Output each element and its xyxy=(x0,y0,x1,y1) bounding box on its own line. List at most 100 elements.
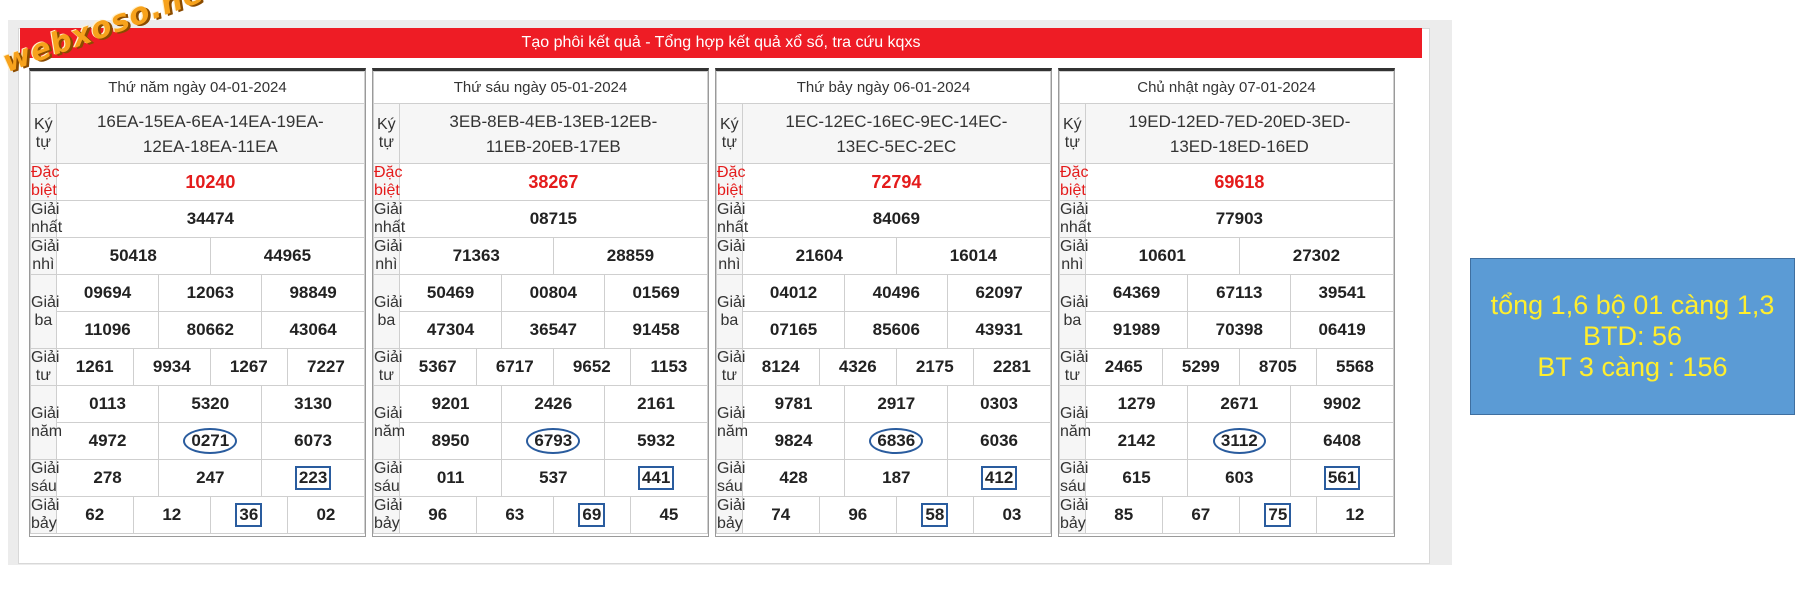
row-label: Giải tư xyxy=(373,348,403,386)
prize-number: 04012 xyxy=(741,274,846,312)
box-marker: 36 xyxy=(235,503,263,527)
prize-number: 6836 xyxy=(844,422,949,460)
prize-number: 0303 xyxy=(947,385,1051,423)
prize-number: 5320 xyxy=(158,385,263,423)
first-prize: 08715 xyxy=(398,200,709,238)
draw-date: Thứ năm ngày 04-01-2024 xyxy=(30,71,365,104)
prize-number: 6036 xyxy=(947,422,1051,460)
prize-number: 1279 xyxy=(1084,385,1189,423)
row-label: Đặc biệt xyxy=(373,163,403,201)
row-label: Giải năm xyxy=(716,385,748,460)
prize-number: 5299 xyxy=(1161,348,1240,386)
prize-number: 91989 xyxy=(1084,311,1189,349)
prize-number: 12063 xyxy=(158,274,263,312)
row-label: Giải sáu xyxy=(30,459,60,497)
prize-number: 2917 xyxy=(844,385,949,423)
prize-number: 8950 xyxy=(398,422,503,460)
prize-number: 2142 xyxy=(1084,422,1189,460)
prize-number: 9902 xyxy=(1290,385,1394,423)
prize-number: 428 xyxy=(741,459,846,497)
row-label: Ký tự xyxy=(1059,103,1086,164)
prize-number: 09694 xyxy=(55,274,160,312)
prize-number: 58 xyxy=(895,496,974,534)
prize-number: 70398 xyxy=(1187,311,1292,349)
note-line-2: BTD: 56 xyxy=(1582,321,1683,351)
prize-number: 4326 xyxy=(818,348,897,386)
ky-tu-codes: 3EB-8EB-4EB-13EB-12EB- 11EB-20EB-17EB xyxy=(398,103,709,164)
prize-number: 5932 xyxy=(604,422,708,460)
prize-number: 0113 xyxy=(55,385,160,423)
prize-number: 12 xyxy=(132,496,211,534)
row-label: Giải tư xyxy=(30,348,60,386)
row-label: Giải bảy xyxy=(716,496,746,534)
prize-number: 011 xyxy=(398,459,503,497)
prize-number: 9824 xyxy=(741,422,846,460)
result-table-1: Thứ năm ngày 04-01-2024 Ký tự 16EA-15EA-6E… xyxy=(29,68,366,537)
circle-marker: 6836 xyxy=(869,428,924,454)
row-label: Giải ba xyxy=(716,274,745,349)
draw-date: Thứ sáu ngày 05-01-2024 xyxy=(373,71,708,104)
prize-number: 0271 xyxy=(158,422,263,460)
special-prize: 69618 xyxy=(1084,163,1395,201)
prize-number: 10601 xyxy=(1084,237,1240,275)
prize-number: 12 xyxy=(1315,496,1395,534)
prize-number: 615 xyxy=(1084,459,1189,497)
row-label: Giải ba xyxy=(373,274,402,349)
prize-number: 537 xyxy=(501,459,606,497)
prize-number: 6408 xyxy=(1290,422,1394,460)
row-label: Giải nhì xyxy=(30,237,60,275)
row-label: Giải năm xyxy=(30,385,62,460)
first-prize: 34474 xyxy=(55,200,366,238)
prize-number: 3130 xyxy=(261,385,365,423)
row-label: Giải tư xyxy=(1059,348,1089,386)
prize-number: 2175 xyxy=(895,348,974,386)
prize-number: 85 xyxy=(1084,496,1163,534)
box-marker: 58 xyxy=(921,503,949,527)
prize-number: 43931 xyxy=(947,311,1051,349)
row-label: Đặc biệt xyxy=(30,163,60,201)
prize-number: 63 xyxy=(475,496,554,534)
row-label: Giải sáu xyxy=(1059,459,1089,497)
special-prize: 10240 xyxy=(55,163,366,201)
prize-number: 85606 xyxy=(844,311,949,349)
row-label: Giải nhất xyxy=(30,200,63,238)
prize-number: 75 xyxy=(1238,496,1317,534)
prize-number: 8705 xyxy=(1238,348,1317,386)
row-label: Giải nhì xyxy=(716,237,746,275)
row-label: Giải sáu xyxy=(373,459,403,497)
prize-number: 36 xyxy=(209,496,288,534)
prize-number: 5568 xyxy=(1315,348,1395,386)
prize-number: 603 xyxy=(1187,459,1292,497)
box-marker: 75 xyxy=(1264,503,1292,527)
prize-number: 45 xyxy=(629,496,709,534)
prize-number: 9934 xyxy=(132,348,211,386)
prize-number: 44965 xyxy=(209,237,366,275)
note-line-3: BT 3 càng : 156 xyxy=(1537,352,1728,382)
box-marker: 412 xyxy=(980,466,1018,490)
prediction-note: tổng 1,6 bộ 01 càng 1,3 BTD: 56 BT 3 càn… xyxy=(1470,258,1795,415)
prize-number: 06419 xyxy=(1290,311,1394,349)
prize-number: 50418 xyxy=(55,237,211,275)
row-label: Giải nhì xyxy=(373,237,403,275)
prize-number: 441 xyxy=(604,459,708,497)
special-prize: 38267 xyxy=(398,163,709,201)
row-label: Giải nhất xyxy=(373,200,406,238)
prize-number: 247 xyxy=(158,459,263,497)
prize-number: 7227 xyxy=(286,348,366,386)
prize-number: 01569 xyxy=(604,274,708,312)
prize-number: 50469 xyxy=(398,274,503,312)
prize-number: 28859 xyxy=(552,237,709,275)
prize-number: 8124 xyxy=(741,348,820,386)
prize-number: 91458 xyxy=(604,311,708,349)
prize-number: 2426 xyxy=(501,385,606,423)
row-label: Giải bảy xyxy=(1059,496,1089,534)
prize-number: 69 xyxy=(552,496,631,534)
prize-number: 412 xyxy=(947,459,1051,497)
prize-number: 02 xyxy=(286,496,366,534)
prize-number: 03 xyxy=(972,496,1052,534)
prize-number: 36547 xyxy=(501,311,606,349)
first-prize: 84069 xyxy=(741,200,1052,238)
box-marker: 561 xyxy=(1323,466,1361,490)
row-label: Giải năm xyxy=(373,385,405,460)
result-table-3: Thứ bảy ngày 06-01-2024 Ký tự 1EC-12EC-16E… xyxy=(715,68,1052,537)
